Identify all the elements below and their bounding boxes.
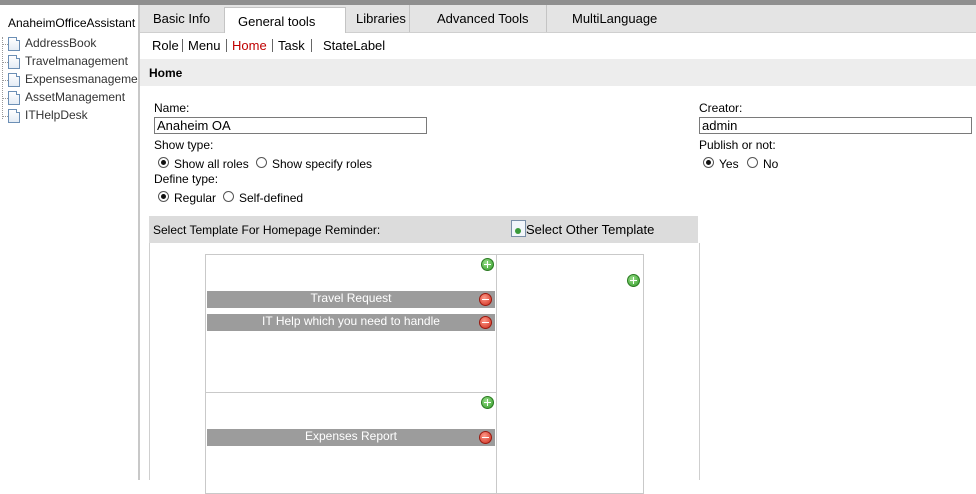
name-label: Name: — [154, 101, 190, 115]
template-canvas: Travel Request IT Help which you need to… — [149, 243, 700, 494]
document-icon — [8, 109, 20, 123]
regular-label: Regular — [174, 191, 217, 205]
show-type-label: Show type: — [154, 138, 214, 152]
document-icon — [8, 37, 20, 51]
document-icon — [8, 91, 20, 105]
subnav-role[interactable]: Role — [152, 38, 179, 53]
tab-bar: Basic Info General tools Libraries Advan… — [140, 5, 976, 35]
template-item-expenses-report[interactable]: Expenses Report — [207, 429, 495, 446]
document-icon — [8, 55, 20, 69]
template-left-column-bottom: Expenses Report — [205, 392, 497, 494]
show-all-roles-label: Show all roles — [174, 157, 249, 171]
add-icon[interactable] — [627, 274, 640, 287]
template-item-travel-request[interactable]: Travel Request — [207, 291, 495, 308]
show-specify-roles-label: Show specify roles — [272, 157, 373, 171]
subnav-home[interactable]: Home — [232, 38, 267, 53]
subnav-task[interactable]: Task — [278, 38, 305, 53]
tab-libraries[interactable]: Libraries — [343, 5, 410, 32]
template-header: Select Template For Homepage Reminder: S… — [149, 216, 698, 243]
subnav-statelabel[interactable]: StateLabel — [323, 38, 385, 53]
publish-no-label: No — [763, 157, 779, 171]
creator-input[interactable] — [699, 117, 972, 134]
remove-icon[interactable] — [479, 431, 492, 444]
publish-no-radio[interactable] — [747, 157, 758, 168]
remove-icon[interactable] — [479, 293, 492, 306]
remove-icon[interactable] — [479, 316, 492, 329]
document-icon — [8, 73, 20, 87]
tab-multilanguage[interactable]: MultiLanguage — [559, 5, 667, 32]
template-left-column-top: Travel Request IT Help which you need to… — [205, 254, 497, 393]
regular-radio[interactable] — [158, 191, 169, 202]
add-icon[interactable] — [481, 258, 494, 271]
section-header: Home — [140, 59, 976, 86]
subnav-menu[interactable]: Menu — [188, 38, 221, 53]
name-input[interactable] — [154, 117, 427, 134]
template-right-column — [496, 254, 644, 494]
select-other-template-link[interactable]: Select Other Template — [511, 220, 654, 237]
sub-navigation: Role Menu Home Task StateLabel — [140, 33, 976, 59]
self-defined-radio[interactable] — [223, 191, 234, 202]
creator-label: Creator: — [699, 101, 743, 115]
template-add-icon — [511, 220, 526, 237]
tab-general-tools[interactable]: General tools — [224, 7, 346, 35]
tree-connector — [2, 37, 3, 119]
show-all-roles-radio[interactable] — [158, 157, 169, 168]
publish-yes-label: Yes — [719, 157, 739, 171]
section-title: Home — [149, 66, 183, 80]
self-defined-label: Self-defined — [239, 191, 304, 205]
publish-yes-radio[interactable] — [703, 157, 714, 168]
add-icon[interactable] — [481, 396, 494, 409]
tab-advanced-tools[interactable]: Advanced Tools — [424, 5, 547, 32]
module-tree: AnaheimOfficeAssistant AddressBook Trave… — [0, 5, 138, 480]
publish-label: Publish or not: — [699, 138, 776, 152]
tree-root[interactable]: AnaheimOfficeAssistant — [8, 16, 135, 30]
tab-basic-info[interactable]: Basic Info — [140, 5, 224, 32]
show-specify-roles-radio[interactable] — [256, 157, 267, 168]
define-type-label: Define type: — [154, 172, 219, 186]
template-item-it-help[interactable]: IT Help which you need to handle — [207, 314, 495, 331]
template-header-title: Select Template For Homepage Reminder: — [153, 223, 381, 237]
